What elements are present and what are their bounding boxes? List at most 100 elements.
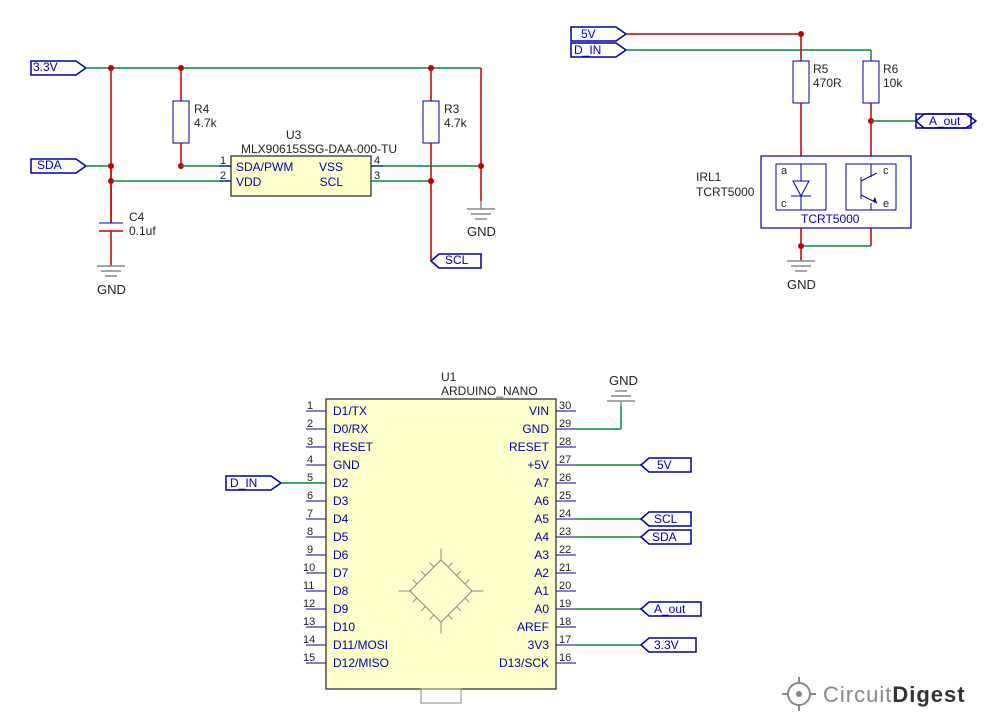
schematic-canvas: 3.3V SDA R4 4.7k R3 4.7k GND U3 MLX90615… xyxy=(1,1,1000,721)
gnd-symbol-u1: GND xyxy=(607,373,638,406)
svg-text:13: 13 xyxy=(303,616,315,628)
watermark: CircuitDigest xyxy=(782,677,966,711)
u3-pin1-lbl: SDA/PWM xyxy=(236,160,293,174)
svg-text:27: 27 xyxy=(559,454,571,466)
gnd-symbol-right: GND xyxy=(467,201,496,239)
svg-text:29: 29 xyxy=(559,418,571,430)
r5-val: 470R xyxy=(813,76,842,90)
svg-text:8: 8 xyxy=(307,526,313,538)
svg-text:+5V: +5V xyxy=(527,458,549,472)
svg-text:9: 9 xyxy=(307,544,313,556)
svg-text:D5: D5 xyxy=(333,530,349,544)
r6-ref: R6 xyxy=(883,62,899,76)
port-aout-arduino: A_out xyxy=(641,602,701,616)
r4-body xyxy=(173,101,189,143)
port-din-label: D_IN xyxy=(574,43,601,57)
r4-ref: R4 xyxy=(194,102,210,116)
svg-text:A3: A3 xyxy=(534,548,549,562)
svg-text:VIN: VIN xyxy=(529,404,549,418)
irl-pin-c: c xyxy=(781,198,787,210)
svg-text:24: 24 xyxy=(559,508,571,520)
svg-text:1: 1 xyxy=(307,400,313,412)
port-3v3: 3.3V xyxy=(31,60,86,75)
svg-text:D12/MISO: D12/MISO xyxy=(333,656,389,670)
svg-text:25: 25 xyxy=(559,490,571,502)
svg-text:15: 15 xyxy=(303,652,315,664)
irl-footprint: TCRT5000 xyxy=(801,212,860,226)
irl-pin-c2: c xyxy=(883,165,889,177)
port-aout-label: A_out xyxy=(929,114,961,128)
svg-text:4: 4 xyxy=(307,454,313,466)
svg-text:21: 21 xyxy=(559,562,571,574)
u1-ref: U1 xyxy=(441,370,457,384)
port-3v3-label: 3.3V xyxy=(654,638,679,652)
watermark-word1: Circuit xyxy=(823,682,892,707)
svg-text:16: 16 xyxy=(559,652,571,664)
svg-text:26: 26 xyxy=(559,472,571,484)
svg-text:A2: A2 xyxy=(534,566,549,580)
port-din-label: D_IN xyxy=(230,476,257,490)
svg-text:A6: A6 xyxy=(534,494,549,508)
svg-text:D1/TX: D1/TX xyxy=(333,404,367,418)
svg-text:D11/MOSI: D11/MOSI xyxy=(333,638,388,652)
svg-text:12: 12 xyxy=(303,598,315,610)
port-scl-label: SCL xyxy=(445,253,469,267)
u1-part: ARDUINO_NANO xyxy=(441,384,538,398)
svg-text:6: 6 xyxy=(307,490,313,502)
svg-text:CircuitDigest: CircuitDigest xyxy=(823,682,966,707)
svg-text:A0: A0 xyxy=(534,602,549,616)
svg-text:3: 3 xyxy=(307,436,313,448)
svg-text:A4: A4 xyxy=(534,530,549,544)
u3-pin3-num: 3 xyxy=(374,170,380,182)
port-scl-label: SCL xyxy=(654,512,678,526)
u3-pin4-lbl: VSS xyxy=(319,160,343,174)
irl-pin-e: e xyxy=(883,198,889,210)
port-aout-label: A_out xyxy=(654,602,686,616)
port-5v: 5V xyxy=(571,27,626,41)
gnd-label: GND xyxy=(97,282,126,297)
port-sda: SDA xyxy=(31,158,86,173)
gnd-label: GND xyxy=(609,373,638,388)
port-3v3-label: 3.3V xyxy=(33,60,58,74)
u3-part: MLX90615SSG-DAA-000-TU xyxy=(241,142,397,156)
svg-text:2: 2 xyxy=(307,418,313,430)
u3-ref: U3 xyxy=(286,128,302,142)
r4-val: 4.7k xyxy=(194,116,218,130)
svg-text:5: 5 xyxy=(307,472,313,484)
svg-text:14: 14 xyxy=(303,634,315,646)
c4-val: 0.1uf xyxy=(129,224,156,238)
svg-text:RESET: RESET xyxy=(509,440,550,454)
irl-part: TCRT5000 xyxy=(696,185,755,199)
svg-text:20: 20 xyxy=(559,580,571,592)
port-din-top: D_IN xyxy=(571,43,626,57)
irl-pin-a: a xyxy=(781,165,788,177)
svg-text:D10: D10 xyxy=(333,620,355,634)
svg-text:7: 7 xyxy=(307,508,313,520)
svg-text:D4: D4 xyxy=(333,512,349,526)
svg-text:18: 18 xyxy=(559,616,571,628)
port-3v3-arduino: 3.3V xyxy=(641,638,696,652)
r3-val: 4.7k xyxy=(444,116,468,130)
port-5v-arduino: 5V xyxy=(641,458,691,472)
svg-text:D7: D7 xyxy=(333,566,349,580)
svg-text:19: 19 xyxy=(559,598,571,610)
r5-ref: R5 xyxy=(813,62,829,76)
irl-ref: IRL1 xyxy=(696,170,722,184)
svg-text:GND: GND xyxy=(522,422,549,436)
port-sda-arduino: SDA xyxy=(641,530,691,544)
svg-text:AREF: AREF xyxy=(517,620,549,634)
u3-pin2-num: 2 xyxy=(220,170,226,182)
port-sda-label: SDA xyxy=(37,158,62,172)
svg-text:D9: D9 xyxy=(333,602,349,616)
irl1-body: a c c e TCRT5000 xyxy=(761,156,911,228)
svg-text:SCL: SCL xyxy=(320,175,344,189)
svg-text:17: 17 xyxy=(559,634,571,646)
gnd-symbol-tcrt: GND xyxy=(787,261,816,292)
svg-text:D8: D8 xyxy=(333,584,349,598)
svg-text:D2: D2 xyxy=(333,476,349,490)
port-sda-label: SDA xyxy=(652,530,677,544)
svg-text:D0/RX: D0/RX xyxy=(333,422,368,436)
svg-text:10: 10 xyxy=(303,562,315,574)
svg-text:22: 22 xyxy=(559,544,571,556)
c4-ref: C4 xyxy=(129,210,145,224)
